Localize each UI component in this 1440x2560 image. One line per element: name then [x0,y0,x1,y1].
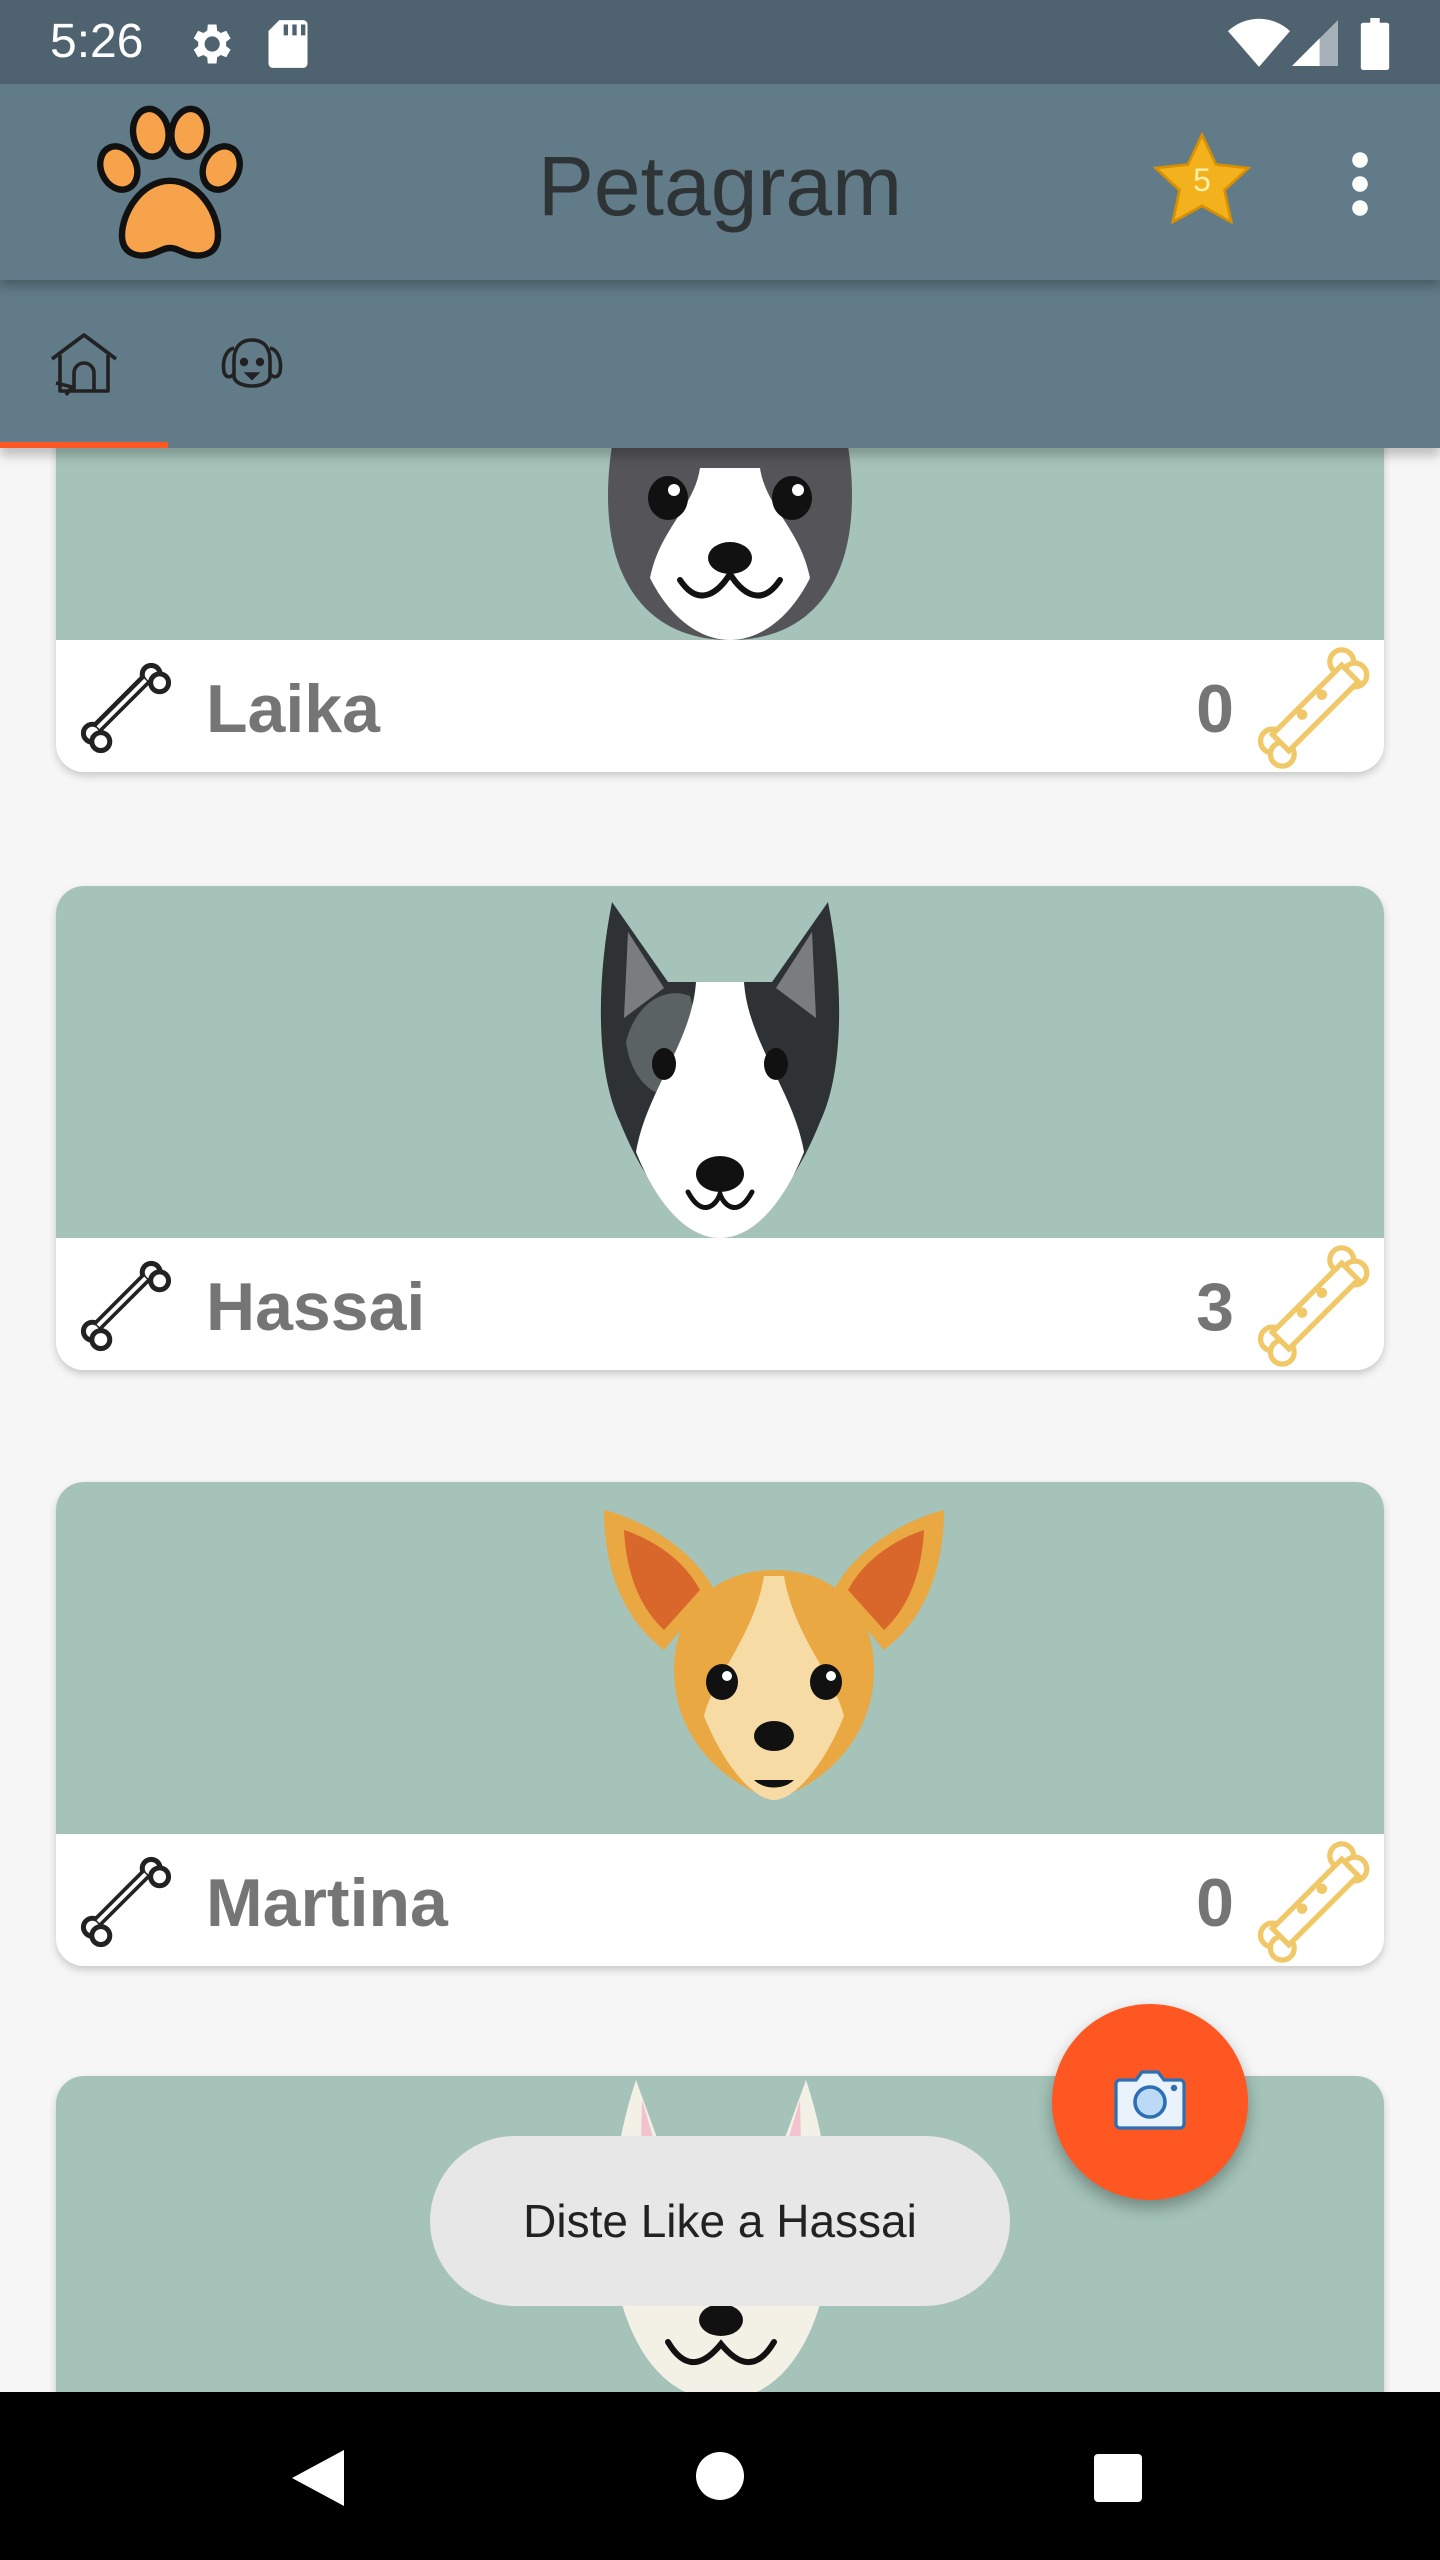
pet-image [56,1482,1384,1834]
pet-card: Hassai 3 [56,886,1384,1370]
pet-name: Martina [206,1865,448,1941]
dog-face-icon [221,338,283,388]
camera-icon [1114,2070,1186,2130]
tab-home[interactable] [0,280,168,448]
battery-icon [1360,18,1390,70]
pet-card: Martina 0 [56,1482,1384,1966]
dog-portrait-husky [600,902,840,1238]
like-count: 0 [1196,671,1234,747]
dog-portrait-boston [608,448,852,640]
toast-message: Diste Like a Hassai [430,2136,1010,2306]
settings-icon [193,24,231,64]
favorites-button[interactable]: 5 [1148,128,1256,236]
tab-profile[interactable] [168,280,336,448]
like-bone-button[interactable] [1246,642,1378,772]
favorites-count: 5 [1193,162,1211,198]
tab-bar [0,280,1440,448]
bone-icon [80,1856,172,1948]
back-icon[interactable] [288,2446,348,2510]
pet-name: Hassai [206,1269,426,1345]
like-count: 0 [1196,1865,1234,1941]
like-bone-button[interactable] [1246,1836,1378,1966]
tab-selected-indicator [0,442,168,448]
pet-card: Laika 0 [56,448,1384,772]
pet-card-footer: Hassai 3 [56,1238,1384,1370]
home-icon[interactable] [694,2450,746,2502]
bone-icon [80,662,172,754]
pet-card-footer: Martina 0 [56,1834,1384,1966]
dog-house-icon [50,333,118,396]
signal-icon [1292,20,1338,66]
status-bar: 5:26 [0,0,1440,84]
recents-icon[interactable] [1092,2452,1144,2504]
dog-portrait-chihuahua [604,1510,944,1800]
pet-name: Laika [206,671,380,747]
bone-icon [80,1260,172,1352]
pet-image [56,448,1384,640]
overflow-menu-icon[interactable] [1330,148,1390,220]
like-bone-button[interactable] [1246,1240,1378,1370]
wifi-icon [1228,18,1290,67]
sd-card-icon [268,20,308,68]
like-count: 3 [1196,1269,1234,1345]
app-bar: Petagram 5 [0,84,1440,280]
pet-card-footer: Laika 0 [56,640,1384,772]
pet-image [56,886,1384,1238]
status-time: 5:26 [50,15,144,68]
camera-fab[interactable] [1052,2004,1248,2200]
system-nav-bar [0,2392,1440,2560]
